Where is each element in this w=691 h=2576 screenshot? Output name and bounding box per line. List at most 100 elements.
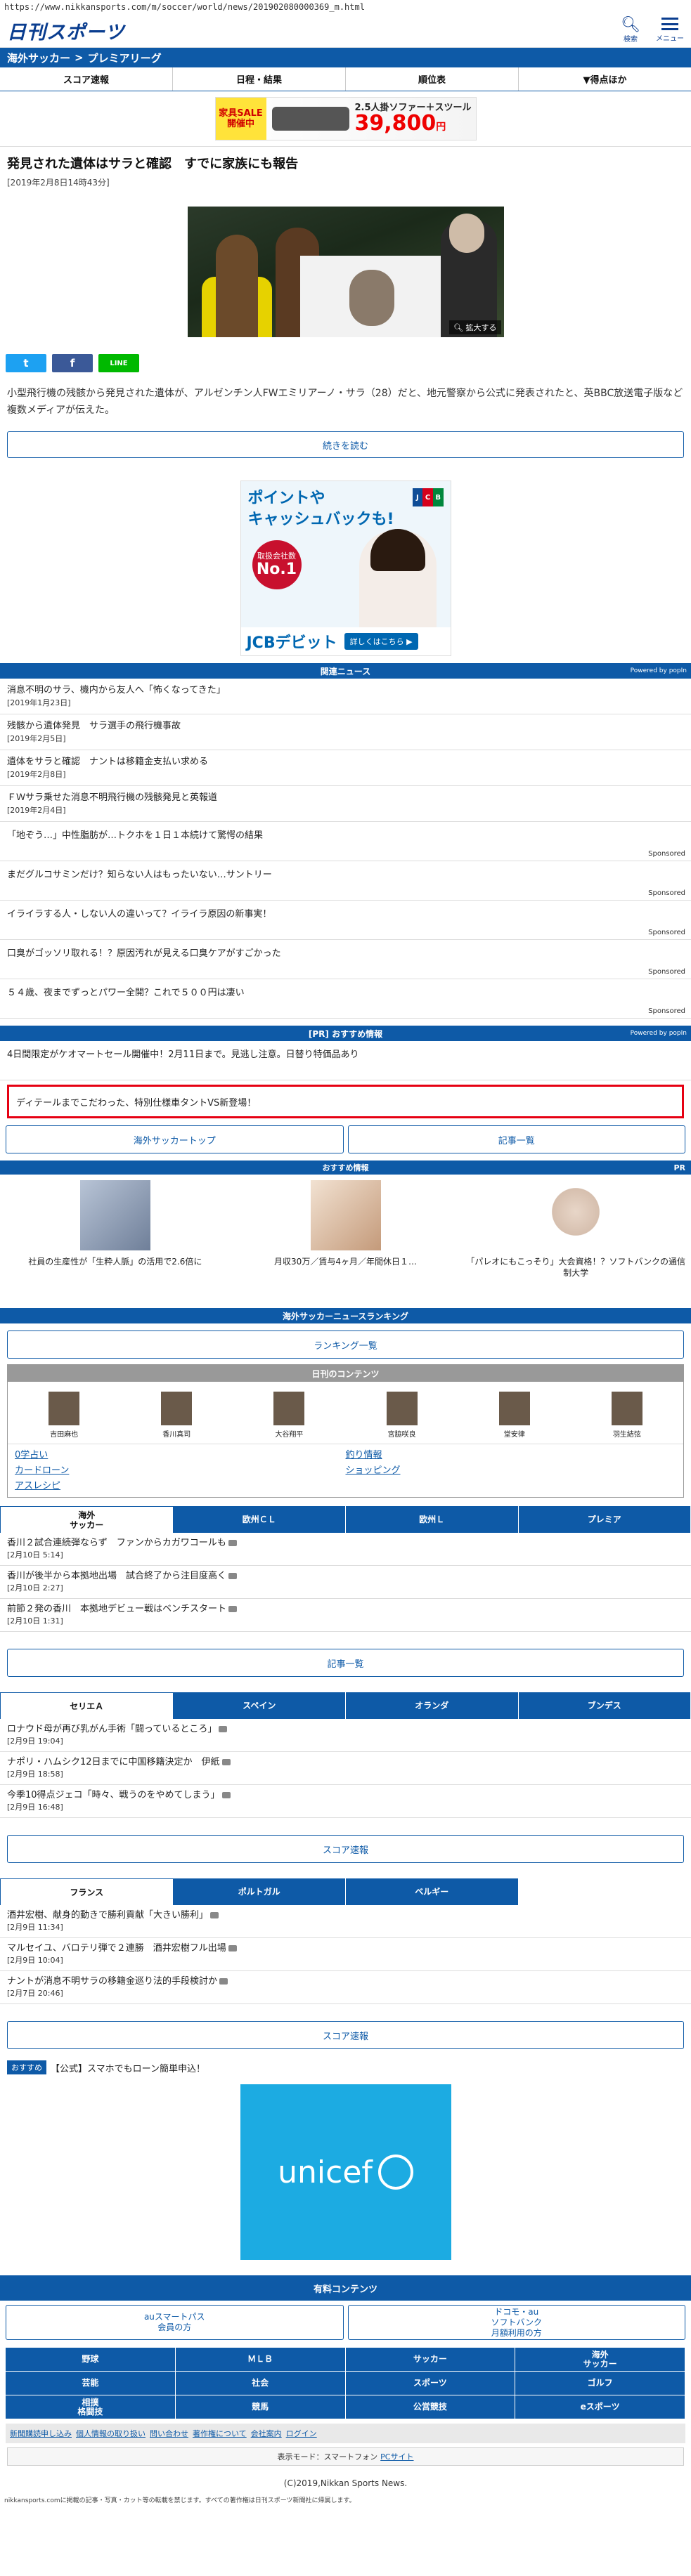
tab-france[interactable]: フランス	[0, 1878, 174, 1905]
tab-bundes[interactable]: ブンデス	[518, 1692, 691, 1719]
category-link[interactable]: ゴルフ	[515, 2372, 685, 2395]
daily-link[interactable]: 0学占い	[15, 1447, 346, 1460]
category-link[interactable]: ＭＬＢ	[175, 2348, 346, 2372]
twitter-share-button[interactable]: t	[6, 354, 46, 372]
list-item[interactable]: 香川が後半から本拠地出場 試合終了から注目度高く [2月10日 2:27]	[0, 1566, 691, 1599]
related-list: 消息不明のサラ、機内から友人へ「怖くなってきた」 [2019年1月23日] 残骸か…	[0, 679, 691, 1019]
tab-netherlands[interactable]: オランダ	[346, 1692, 519, 1719]
line-share-button[interactable]: LINE	[98, 354, 139, 372]
ad-sale-text2: 開催中	[226, 119, 254, 129]
category-link[interactable]: 競馬	[175, 2395, 346, 2419]
recommend-item[interactable]: 月収30万／賃与4ヶ月／年間休日１…	[231, 1180, 461, 1287]
footer-link[interactable]: 会社案内	[251, 2428, 282, 2439]
category-link[interactable]: 社会	[175, 2372, 346, 2395]
celeb-link[interactable]: 吉田麻也	[8, 1392, 120, 1444]
category-link[interactable]: 野球	[6, 2348, 176, 2372]
jcb-cta[interactable]: 詳しくはこちら ▶	[344, 633, 418, 650]
nav-schedule[interactable]: 日程・結果	[173, 67, 346, 91]
list-item[interactable]: 前節２発の香川 本拠地デビュー戦はベンチスタート [2月10日 1:31]	[0, 1599, 691, 1632]
list-item[interactable]: 酒井宏樹、献身的動きで勝利貢献「大きい勝利」 [2月9日 11:34]	[0, 1905, 691, 1938]
list-item[interactable]: 残骸から遺体発見 サラ選手の飛行機事故 [2019年2月5日]	[0, 714, 691, 750]
category-link[interactable]: 海外 サッカー	[515, 2348, 685, 2372]
celeb-link[interactable]: 堂安律	[458, 1392, 571, 1444]
category-link[interactable]: 芸能	[6, 2372, 176, 2395]
daily-link[interactable]: 釣り情報	[346, 1447, 677, 1460]
list-item[interactable]: ナポリ・ハムシク12日までに中国移籍決定か 伊紙 [2月9日 18:58]	[0, 1752, 691, 1785]
list-item[interactable]: ナントが消息不明サラの移籍金巡り法的手段検討か [2月7日 20:46]	[0, 1971, 691, 2004]
recommend-item[interactable]: 社員の生産性が「生粋人脈」の活用で2.6倍に	[0, 1180, 231, 1287]
score-button[interactable]: スコア速報	[7, 2021, 684, 2049]
tab-premier[interactable]: プレミア	[518, 1506, 691, 1533]
tab-spain[interactable]: スペイン	[173, 1692, 346, 1719]
celeb-link[interactable]: 香川真司	[120, 1392, 233, 1444]
list-item[interactable]: 遺体をサラと確認 ナントは移籍金支払い求める [2019年2月8日]	[0, 750, 691, 786]
category-link[interactable]: サッカー	[345, 2348, 516, 2372]
ranking-list-button[interactable]: ランキング一覧	[7, 1331, 684, 1359]
footer-link[interactable]: 個人情報の取り扱い	[76, 2428, 146, 2439]
list-item[interactable]: 今季10得点ジェコ「時々、戦うのをやめてしまう」 [2月9日 16:48]	[0, 1785, 691, 1818]
tab-overseas-soccer[interactable]: 海外 サッカー	[0, 1506, 174, 1533]
pc-site-link[interactable]: PCサイト	[380, 2451, 413, 2462]
footer-link[interactable]: 新聞購読申し込み	[10, 2428, 72, 2439]
nav-more[interactable]: ▼得点ほか	[519, 67, 691, 91]
sponsored-item[interactable]: 「地ぞう…」中性脂肪が…トクホを１日１本続けて驚愕の結果 Sponsored	[0, 822, 691, 861]
osusume-link[interactable]: おすすめ 【公式】スマホでもローン簡単申込！	[0, 2049, 691, 2074]
sponsored-item[interactable]: ５４歳、夜までずっとパワー全開？これで５００円は凄い Sponsored	[0, 979, 691, 1019]
footer-link[interactable]: 著作権について	[193, 2428, 247, 2439]
footer-link[interactable]: ログイン	[286, 2428, 317, 2439]
nav-score[interactable]: スコア速報	[0, 67, 173, 91]
article-list-button[interactable]: 記事一覧	[347, 1125, 685, 1153]
sponsored-item[interactable]: イライラする人・しない人の違いって？イライラ原因の新事実！ Sponsored	[0, 901, 691, 940]
tab-belgium[interactable]: ベルギー	[346, 1878, 519, 1905]
list-item[interactable]: 消息不明のサラ、機内から友人へ「怖くなってきた」 [2019年1月23日]	[0, 679, 691, 714]
list-item[interactable]: 香川２試合連続弾ならず ファンからカガワコールも [2月10日 5:14]	[0, 1533, 691, 1566]
site-header: 日刊スポーツ 🔍︎ 検索 メニュー	[0, 14, 691, 48]
article-title: 発見された遺体はサラと確認 すでに家族にも報告	[7, 157, 299, 171]
read-more-button[interactable]: 続きを読む	[7, 431, 684, 458]
tab-portugal[interactable]: ポルトガル	[173, 1878, 346, 1905]
news-list-button[interactable]: 記事一覧	[7, 1649, 684, 1677]
osusume-tag: おすすめ	[7, 2060, 46, 2074]
camera-icon	[228, 1945, 237, 1951]
breadcrumb-parent[interactable]: 海外サッカー	[7, 51, 70, 65]
daily-link[interactable]: カードローン	[15, 1463, 346, 1476]
tab-serie-a[interactable]: セリエＡ	[0, 1692, 174, 1719]
score-button[interactable]: スコア速報	[7, 1835, 684, 1863]
category-link[interactable]: eスポーツ	[515, 2395, 685, 2419]
category-link[interactable]: 相撲 格闘技	[6, 2395, 176, 2419]
category-link[interactable]: 公営競技	[345, 2395, 516, 2419]
list-item[interactable]: ロナウド母が再び乳がん手術「闘っているところ」 [2月9日 19:04]	[0, 1719, 691, 1752]
tab-uel[interactable]: 欧州Ｌ	[346, 1506, 519, 1533]
celeb-link[interactable]: 羽生結弦	[571, 1392, 683, 1444]
sponsored-item[interactable]: 口臭がゴッソリ取れる！？原因汚れが見える口臭ケアがすごかった Sponsored	[0, 940, 691, 979]
daily-link[interactable]: アスレシピ	[15, 1478, 346, 1491]
recommend-header: おすすめ情報 PR	[0, 1160, 691, 1175]
pr-item[interactable]: 4日間限定がケオマートセール開催中！2月11日まで。見逃し注意。日替り特価品あり	[0, 1041, 691, 1080]
list-item[interactable]: ＦＷサラ乗せた消息不明飛行機の残骸発見と英報道 [2019年2月4日]	[0, 786, 691, 822]
pr-red-box[interactable]: ディテールまでこだわった、特別仕様車タントVS新登場！	[7, 1085, 684, 1118]
overseas-soccer-top-button[interactable]: 海外サッカートップ	[6, 1125, 344, 1153]
site-logo[interactable]: 日刊スポーツ	[7, 17, 124, 44]
celeb-link[interactable]: 大谷翔平	[233, 1392, 345, 1444]
unicef-ad[interactable]: unicef	[240, 2084, 451, 2260]
au-smartpass-button[interactable]: auスマートパス 会員の方	[6, 2305, 344, 2340]
jcb-ad[interactable]: ポイントや キャッシュバックも! J C B 取扱会社数 No.1 JCBデビット …	[240, 480, 451, 656]
daily-link[interactable]: ショッピング	[346, 1463, 677, 1476]
celeb-link[interactable]: 宮脇咲良	[346, 1392, 458, 1444]
nav-standings[interactable]: 順位表	[346, 67, 519, 91]
photo-zoom-button[interactable]: 🔍︎ 拡大する	[449, 320, 501, 334]
article-photo[interactable]: 🔍︎ 拡大する	[187, 207, 504, 337]
recommend-item[interactable]: 「パレオにもこっそり」大会資格！？ソフトバンクの通信制大学	[460, 1180, 691, 1287]
search-button[interactable]: 🔍︎ 検索	[621, 18, 640, 44]
tab-ucl[interactable]: 欧州ＣＬ	[173, 1506, 346, 1533]
facebook-share-button[interactable]: f	[52, 354, 93, 372]
list-item[interactable]: マルセイユ、バロテリ弾で２連勝 酒井宏樹フル出場 [2月9日 10:04]	[0, 1938, 691, 1971]
sponsored-item[interactable]: まだグルコサミンだけ？知らない人はもったいない…サントリー Sponsored	[0, 861, 691, 901]
breadcrumb-current[interactable]: プレミアリーグ	[88, 51, 162, 65]
footer-link[interactable]: 問い合わせ	[150, 2428, 188, 2439]
top-ad-banner[interactable]: 家具SALE 開催中 2.5人掛ソファー＋スツール 39,800円	[214, 97, 477, 140]
category-link[interactable]: スポーツ	[345, 2372, 516, 2395]
carrier-billing-button[interactable]: ドコモ・au ソフトバンク 月額利用の方	[347, 2305, 685, 2340]
footer-links: 新聞購読申し込み 個人情報の取り扱い 問い合わせ 著作権について 会社案内 ログ…	[6, 2424, 685, 2443]
menu-button[interactable]: メニュー	[656, 18, 684, 44]
